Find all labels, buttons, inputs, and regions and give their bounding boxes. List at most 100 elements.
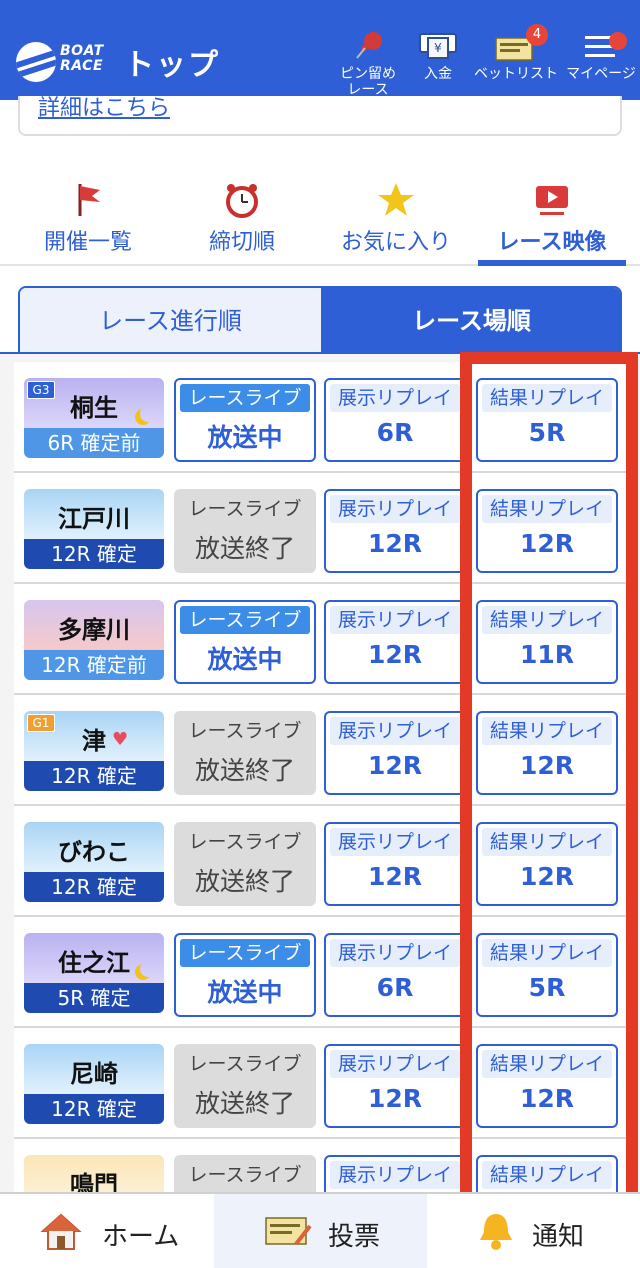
pin-race-label: ピン留め レース: [340, 66, 396, 98]
tab-schedule[interactable]: 開催一覧: [8, 176, 168, 264]
tab-race-video[interactable]: レース映像: [472, 176, 632, 264]
venue-status: 12R 確定前: [24, 650, 164, 680]
tab-deadline[interactable]: 締切順: [162, 176, 322, 264]
exhibition-replay-race: 12R: [367, 751, 423, 780]
race-live-button[interactable]: レースライブ 放送終了: [174, 1044, 316, 1128]
exhibition-replay-button[interactable]: 展示リプレイ 12R: [324, 489, 466, 573]
venue-card[interactable]: G3 桐生 6R 確定前: [24, 378, 164, 458]
race-live-button[interactable]: レースライブ: [174, 1155, 316, 1192]
venue-status: 12R 確定: [24, 539, 164, 569]
nav-notification-label: 通知: [532, 1222, 585, 1252]
exhibition-replay-button[interactable]: 展示リプレイ 12R: [324, 711, 466, 795]
home-icon: [40, 1212, 82, 1256]
deposit-button[interactable]: ¥ 入金: [412, 30, 464, 82]
race-live-status: 放送中: [207, 645, 283, 674]
order-toggle: レース進行順 レース場順: [18, 286, 622, 354]
exhibition-replay-button[interactable]: 展示リプレイ 6R: [324, 933, 466, 1017]
venue-status: 12R 確定: [24, 1094, 164, 1124]
exhibition-replay-label: 展示リプレイ: [330, 1161, 460, 1189]
race-live-label: レースライブ: [188, 831, 302, 853]
star-icon: [376, 180, 416, 220]
app-header: BOAT RACE トップ ピン留め レース ¥ 入金 4 ベットリスト マイペ…: [0, 0, 640, 100]
pin-icon: [334, 30, 402, 62]
boat-race-logo-icon[interactable]: [16, 42, 56, 82]
mypage-label: マイページ: [566, 66, 636, 82]
tab-favorites[interactable]: お気に入り: [316, 176, 476, 264]
exhibition-replay-race: 6R: [376, 418, 414, 447]
bell-icon: [476, 1210, 516, 1256]
race-live-status: 放送中: [207, 423, 283, 452]
exhibition-replay-race: 12R: [367, 1084, 423, 1113]
moon-icon: [140, 406, 156, 422]
tab-favorites-label: お気に入り: [340, 230, 451, 255]
race-live-label: レースライブ: [180, 606, 310, 634]
exhibition-replay-button[interactable]: 展示リプレイ 12R: [324, 600, 466, 684]
active-tab-indicator: [478, 260, 626, 266]
exhibition-replay-label: 展示リプレイ: [330, 495, 460, 523]
venue-status: 6R 確定前: [24, 428, 164, 458]
race-live-status: 放送終了: [194, 756, 295, 785]
venue-name: 江戸川: [58, 505, 130, 533]
venue-card[interactable]: 鳴門: [24, 1155, 164, 1192]
venue-card[interactable]: 多摩川 12R 確定前: [24, 600, 164, 680]
betlist-button[interactable]: 4 ベットリスト: [474, 24, 558, 82]
venue-card[interactable]: 江戸川 12R 確定: [24, 489, 164, 569]
ticket-icon: [264, 1214, 314, 1252]
venue-card[interactable]: 尼崎 12R 確定: [24, 1044, 164, 1124]
exhibition-replay-label: 展示リプレイ: [330, 606, 460, 634]
race-live-label: レースライブ: [180, 384, 310, 412]
tab-schedule-label: 開催一覧: [43, 230, 132, 255]
exhibition-replay-label: 展示リプレイ: [330, 939, 460, 967]
betlist-icon: 4: [490, 24, 548, 62]
notification-dot: [609, 32, 627, 50]
race-live-button[interactable]: レースライブ 放送終了: [174, 489, 316, 573]
race-live-status: 放送終了: [194, 1089, 295, 1118]
race-live-status: 放送中: [207, 978, 283, 1007]
race-live-button[interactable]: レースライブ 放送中: [174, 933, 316, 1017]
venue-card[interactable]: びわこ 12R 確定: [24, 822, 164, 902]
nav-notification[interactable]: 通知: [428, 1194, 640, 1268]
exhibition-replay-button[interactable]: 展示リプレイ 12R: [324, 822, 466, 906]
deposit-icon: ¥: [412, 30, 464, 62]
flag-icon: [68, 180, 108, 220]
race-live-button[interactable]: レースライブ 放送終了: [174, 822, 316, 906]
betlist-label: ベットリスト: [474, 66, 558, 82]
race-live-button[interactable]: レースライブ 放送中: [174, 378, 316, 462]
exhibition-replay-button[interactable]: 展示リプレイ 12R: [324, 1044, 466, 1128]
race-progress-order-button[interactable]: レース進行順: [20, 288, 321, 352]
venue-name: 多摩川: [58, 616, 130, 644]
venue-status: 12R 確定: [24, 761, 164, 791]
venue-status: 5R 確定: [24, 983, 164, 1013]
nav-home[interactable]: ホーム: [0, 1194, 213, 1268]
exhibition-replay-race: 12R: [367, 862, 423, 891]
betlist-badge: 4: [526, 24, 548, 46]
mypage-button[interactable]: マイページ: [564, 30, 638, 82]
exhibition-replay-race: 6R: [376, 973, 414, 1002]
race-live-button[interactable]: レースライブ 放送中: [174, 600, 316, 684]
nav-home-label: ホーム: [102, 1222, 180, 1252]
venue-order-button[interactable]: レース場順: [321, 288, 620, 352]
exhibition-replay-label: 展示リプレイ: [330, 717, 460, 745]
page-title: トップ: [124, 48, 220, 83]
venue-card[interactable]: G1 津 ♥ 12R 確定: [24, 711, 164, 791]
exhibition-replay-race: 12R: [367, 529, 423, 558]
race-live-button[interactable]: レースライブ 放送終了: [174, 711, 316, 795]
deposit-label: 入金: [424, 66, 452, 82]
tab-race-video-label: レース映像: [497, 230, 607, 255]
venue-card[interactable]: 住之江 5R 確定: [24, 933, 164, 1013]
exhibition-replay-button[interactable]: 展示リプレイ 6R: [324, 378, 466, 462]
exhibition-replay-button[interactable]: 展示リプレイ: [324, 1155, 466, 1192]
heart-icon: ♥: [112, 729, 129, 750]
category-tabs: 開催一覧 締切順 お気に入り レース映像: [0, 176, 640, 266]
venue-status: 12R 確定: [24, 872, 164, 902]
menu-icon: [581, 30, 627, 62]
nav-vote[interactable]: 投票: [214, 1194, 427, 1268]
details-link[interactable]: 詳細はこちら: [38, 90, 170, 122]
logo-text: BOAT RACE: [60, 43, 104, 74]
exhibition-replay-label: 展示リプレイ: [330, 384, 460, 412]
pin-race-button[interactable]: ピン留め レース: [334, 30, 402, 98]
bottom-nav: ホーム 投票 通知: [0, 1192, 640, 1268]
moon-icon: [140, 961, 156, 977]
race-live-label: レースライブ: [188, 720, 302, 742]
race-live-status: 放送終了: [194, 867, 295, 896]
